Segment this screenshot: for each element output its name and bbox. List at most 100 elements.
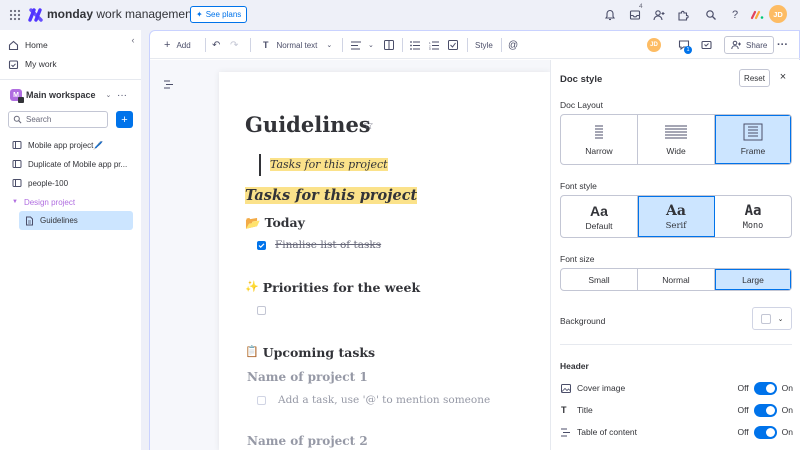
heading-upcoming-text: Upcoming tasks <box>262 345 376 360</box>
doc-page[interactable]: Guidelines ☆ Tasks for this project Task… <box>219 72 550 450</box>
undo-icon[interactable]: ↶ <box>212 38 220 52</box>
heading-today-text: Today <box>264 215 305 230</box>
sidebar-folder-design-project[interactable]: ▼ Design project <box>8 193 133 211</box>
brand-light: work management <box>96 7 196 21</box>
see-plans-label: See plans <box>205 10 242 19</box>
layout-option-frame[interactable]: Frame <box>715 115 791 164</box>
project-1-heading[interactable]: Name of project 1 <box>247 370 368 384</box>
task-checkbox-empty[interactable] <box>257 396 266 405</box>
reset-label: Reset <box>744 73 765 83</box>
size-option-label: Small <box>588 274 610 285</box>
collaborator-avatar[interactable]: JD <box>647 38 661 52</box>
add-task-placeholder[interactable]: Add a task, use '@' to mention someone <box>278 394 490 406</box>
search-input[interactable]: Search <box>8 111 108 128</box>
quote-text[interactable]: Tasks for this project <box>270 158 388 171</box>
board-icon <box>12 159 22 169</box>
bell-icon[interactable] <box>601 6 619 24</box>
reset-button[interactable]: Reset <box>739 69 770 87</box>
font-option-label: Mono <box>742 220 764 231</box>
task-checkbox-empty[interactable] <box>257 306 266 315</box>
apps-puzzle-icon[interactable] <box>674 6 692 24</box>
font-style-label: Font style <box>560 181 597 191</box>
add-item-button[interactable]: + <box>116 111 133 128</box>
layout-wide-icon <box>664 124 688 140</box>
size-option-large[interactable]: Large <box>715 269 791 290</box>
more-options-icon[interactable]: ··· <box>117 90 127 101</box>
font-size-selector: Small Normal Large <box>560 268 792 291</box>
done-task-text[interactable]: Finalise list of tasks <box>275 239 381 251</box>
size-option-normal[interactable]: Normal <box>638 269 715 290</box>
activity-icon[interactable] <box>701 38 712 52</box>
close-icon[interactable]: × <box>777 70 789 84</box>
sidebar-item-duplicate-mobile-app[interactable]: Duplicate of Mobile app pr... <box>8 155 133 173</box>
table-of-content-toggle[interactable] <box>753 425 777 439</box>
table-of-contents-icon[interactable] <box>164 80 174 89</box>
align-left-icon <box>351 40 361 50</box>
search-placeholder: Search <box>26 115 52 124</box>
title-toggle[interactable] <box>753 403 777 417</box>
chevron-down-icon[interactable]: ⌄ <box>106 91 112 99</box>
font-option-label: Serif <box>665 220 687 231</box>
search-icon[interactable] <box>702 6 720 24</box>
highlighted-heading[interactable]: Tasks for this project <box>245 187 418 204</box>
user-avatar[interactable]: JD <box>769 5 787 23</box>
help-icon[interactable]: ? <box>726 6 744 24</box>
task-checkbox-checked[interactable] <box>257 241 266 250</box>
collaborator-initials: JD <box>650 42 658 48</box>
share-button[interactable]: Share <box>724 36 775 54</box>
monday-apps-icon[interactable] <box>748 6 766 24</box>
divider <box>0 79 141 80</box>
sidebar-item-guidelines[interactable]: Guidelines <box>19 211 133 230</box>
heading-priorities[interactable]: ✨ Priorities for the week <box>245 280 420 295</box>
style-button[interactable]: Style <box>475 38 493 52</box>
checklist-icon[interactable] <box>448 38 458 52</box>
bullet-list-icon[interactable] <box>410 38 420 52</box>
workspace-avatar: M <box>10 89 24 103</box>
text-style-dropdown[interactable]: T Normal text ⌄ <box>263 38 332 52</box>
apps-grid-icon[interactable] <box>8 8 22 22</box>
font-preview: Aa <box>744 202 762 219</box>
redo-icon[interactable]: ↷ <box>230 38 238 52</box>
background-color-picker[interactable]: ⌄ <box>752 307 792 330</box>
share-user-icon <box>731 40 741 50</box>
favorite-star-icon[interactable]: ☆ <box>363 118 374 132</box>
see-plans-button[interactable]: ✦ See plans <box>190 6 248 23</box>
sidebar-item-people-100[interactable]: people-100 <box>8 174 133 192</box>
nav-home[interactable]: Home <box>8 36 134 54</box>
nav-my-work[interactable]: My work <box>8 55 134 73</box>
font-option-default[interactable]: Aa Default <box>561 196 638 237</box>
workspace-name: Main workspace <box>26 90 96 100</box>
doc-layout-label: Doc Layout <box>560 100 603 110</box>
mention-icon[interactable]: @ <box>508 38 518 52</box>
board-icon <box>12 178 22 188</box>
align-dropdown[interactable]: ⌄ <box>351 38 374 52</box>
doc-title[interactable]: Guidelines <box>245 112 371 137</box>
divider <box>501 38 502 52</box>
sidebar-item-mobile-app[interactable]: Mobile app project🖊️ <box>8 136 133 154</box>
invite-members-icon[interactable] <box>650 6 668 24</box>
cover-image-toggle[interactable] <box>753 381 777 395</box>
toggle-on-label: On <box>781 427 793 437</box>
project-2-heading[interactable]: Name of project 2 <box>247 434 368 448</box>
avatar-initials: JD <box>773 9 783 19</box>
add-label: Add <box>176 40 191 50</box>
numbered-list-icon[interactable]: 123 <box>429 38 439 52</box>
search-icon <box>13 115 22 124</box>
font-option-serif[interactable]: Aa Serif <box>638 196 715 237</box>
sparkles-emoji-icon: ✨ <box>245 280 259 293</box>
svg-text:3: 3 <box>429 47 431 50</box>
doc-layout-selector: Narrow Wide Frame <box>560 114 792 165</box>
layout-option-narrow[interactable]: Narrow <box>561 115 638 164</box>
more-options-icon[interactable]: ··· <box>777 38 788 52</box>
heading-upcoming[interactable]: 📋 Upcoming tasks <box>245 345 375 360</box>
font-option-mono[interactable]: Aa Mono <box>715 196 791 237</box>
add-button[interactable]: + Add <box>164 38 191 52</box>
size-option-small[interactable]: Small <box>561 269 638 290</box>
layout-frame-icon <box>743 123 763 141</box>
sidebar-item-label: Duplicate of Mobile app pr... <box>28 159 128 169</box>
sidebar-item-label: Mobile app project🖊️ <box>28 140 104 150</box>
workspace-selector[interactable]: M Main workspace ⌄ <box>10 89 112 103</box>
columns-icon[interactable] <box>384 38 394 52</box>
heading-today[interactable]: 📂 Today <box>245 215 305 231</box>
layout-option-wide[interactable]: Wide <box>638 115 715 164</box>
